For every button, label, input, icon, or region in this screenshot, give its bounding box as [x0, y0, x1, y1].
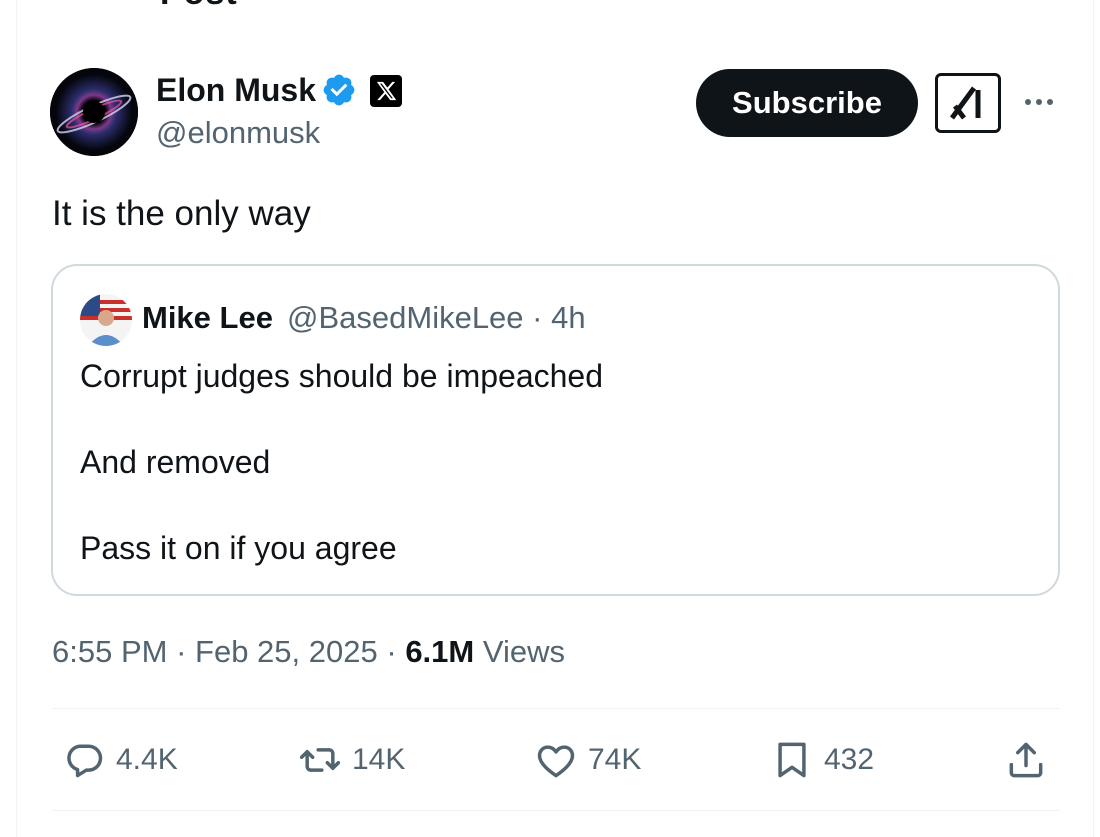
avatar-image	[80, 294, 132, 346]
reply-count: 4.4K	[116, 743, 178, 776]
post-date[interactable]: Feb 25, 2025	[195, 634, 378, 669]
quote-timestamp[interactable]: 4h	[551, 300, 585, 335]
meta-separator: ·	[386, 634, 397, 669]
dot	[1025, 99, 1031, 105]
meta-separator: ·	[532, 300, 543, 335]
meta-separator: ·	[176, 634, 187, 669]
quote-author-name[interactable]: Mike Lee	[142, 299, 273, 337]
grok-button[interactable]	[935, 73, 1001, 133]
reply-button[interactable]: 4.4K	[62, 738, 178, 782]
verified-badge-icon	[323, 74, 355, 106]
share-button[interactable]	[1004, 738, 1048, 782]
post-time[interactable]: 6:55 PM	[52, 634, 167, 669]
divider	[52, 708, 1060, 709]
quote-text-line: Pass it on if you agree	[80, 530, 397, 566]
bookmark-button[interactable]: 432	[770, 738, 874, 782]
repost-count: 14K	[352, 743, 406, 776]
heart-icon	[537, 745, 575, 778]
quote-author-handle[interactable]: @BasedMikeLee	[287, 300, 524, 335]
views-count: 6.1M	[405, 634, 475, 669]
grok-logo-icon	[949, 86, 981, 120]
bookmark-icon	[778, 742, 806, 778]
more-options-icon[interactable]	[1019, 90, 1059, 114]
author-name[interactable]: Elon Musk	[156, 70, 316, 110]
x-affiliate-badge-icon[interactable]	[370, 75, 402, 107]
author-avatar[interactable]	[50, 68, 138, 156]
tweet-text: It is the only way	[52, 194, 311, 233]
dot	[1036, 99, 1042, 105]
x-logo-icon	[376, 81, 397, 101]
bookmark-count: 432	[824, 743, 875, 776]
repost-button[interactable]: 14K	[298, 738, 405, 782]
subscribe-button[interactable]: Subscribe	[696, 69, 918, 137]
quote-text-line: Corrupt judges should be impeached	[80, 358, 603, 394]
share-icon	[1009, 742, 1043, 778]
divider	[52, 810, 1060, 811]
quote-author-avatar[interactable]	[80, 294, 132, 346]
quote-text-line: And removed	[80, 444, 271, 480]
page-header-title: Post	[160, 0, 238, 13]
views-label: Views	[482, 634, 565, 669]
author-handle[interactable]: @elonmusk	[156, 113, 320, 153]
reply-icon	[67, 744, 103, 778]
quoted-tweet-card[interactable]: Mike Lee @BasedMikeLee · 4h Corrupt judg…	[51, 264, 1060, 596]
black-hole-image	[50, 68, 138, 156]
like-button[interactable]: 74K	[534, 738, 641, 782]
dot	[1047, 99, 1053, 105]
like-count: 74K	[588, 743, 642, 776]
quote-author-meta: @BasedMikeLee · 4h	[287, 299, 586, 337]
post-timestamp-row: 6:55 PM · Feb 25, 2025 · 6.1M Views	[52, 632, 565, 672]
repost-icon	[299, 748, 341, 772]
